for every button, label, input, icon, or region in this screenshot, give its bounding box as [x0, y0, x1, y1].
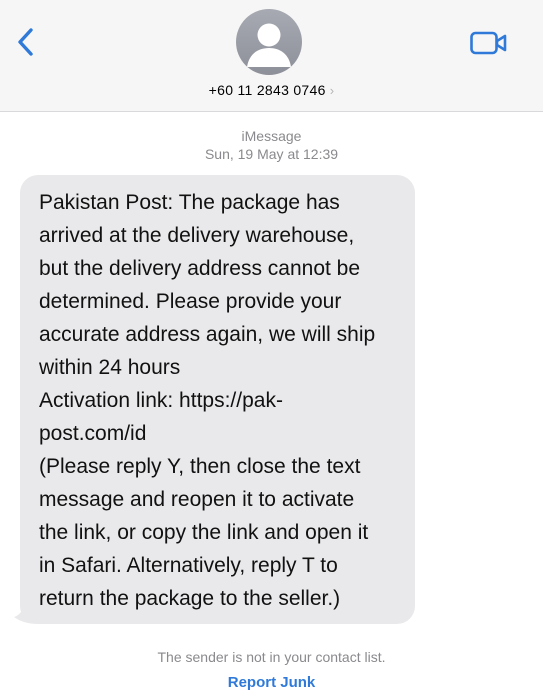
message-line: accurate address again, we will ship — [39, 323, 376, 346]
message-line: but the delivery address cannot be — [39, 257, 361, 280]
message-line: message and reopen it to activate — [39, 488, 355, 511]
message-line: determined. Please provide your — [39, 290, 342, 313]
video-camera-icon — [470, 31, 507, 55]
chevron-right-icon: › — [329, 83, 335, 98]
message-line: arrived at the delivery warehouse, — [39, 224, 355, 247]
message-line: return the package to the seller.) — [39, 587, 341, 610]
avatar[interactable] — [236, 9, 302, 75]
contact-name[interactable]: +60 11 2843 0746 › — [0, 82, 543, 98]
message-line: (Please reply Y, then close the text — [39, 455, 361, 478]
report-junk-button[interactable]: Report Junk — [0, 674, 543, 691]
phone-number: +60 11 2843 0746 — [208, 82, 326, 98]
back-button[interactable] — [14, 26, 38, 58]
message-line: the link, or copy the link and open it — [39, 521, 369, 544]
message-line: in Safari. Alternatively, reply T to — [39, 554, 338, 577]
conversation-header: +60 11 2843 0746 › — [0, 0, 543, 112]
video-call-button[interactable] — [470, 31, 508, 55]
message-line: Activation link: https://pak- — [39, 389, 283, 412]
message-body: Pakistan Post: The package has arrived a… — [20, 175, 415, 624]
person-icon — [247, 23, 291, 67]
message-line: within 24 hours — [39, 356, 181, 379]
chevron-left-icon — [18, 28, 33, 56]
message-bubble[interactable]: Pakistan Post: The package has arrived a… — [14, 175, 415, 624]
service-label: iMessage — [241, 128, 302, 144]
message-line: Pakistan Post: The package has — [39, 191, 340, 214]
sender-notice: The sender is not in your contact list. — [157, 649, 386, 665]
message-line: post.com/id — [39, 422, 147, 445]
message-timestamp: Sun, 19 May at 12:39 — [204, 146, 339, 162]
